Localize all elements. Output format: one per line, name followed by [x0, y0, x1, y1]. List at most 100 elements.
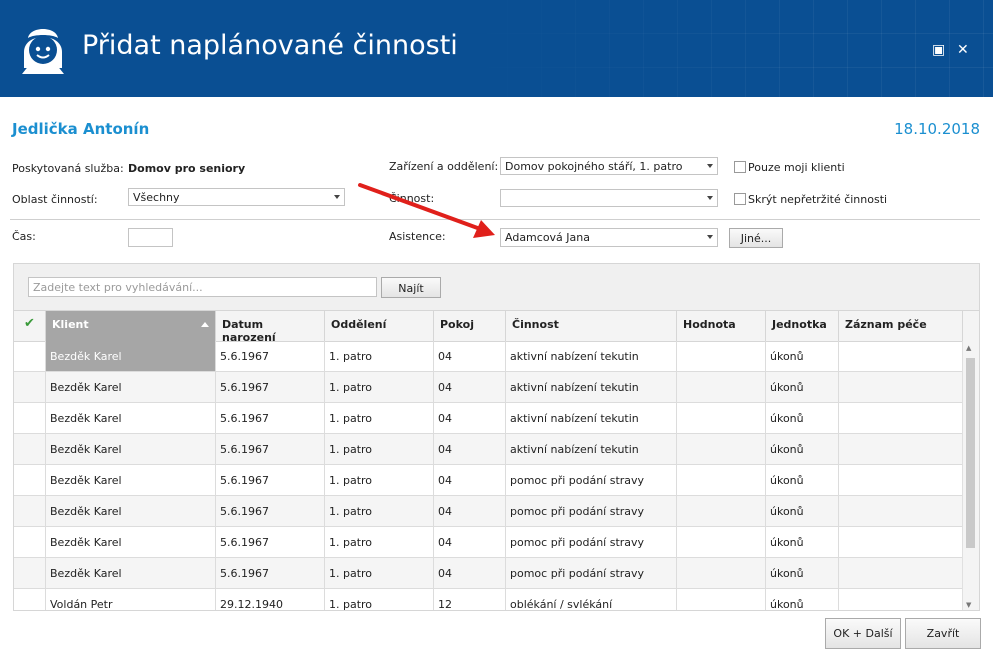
cell-unit[interactable]: úkonů [766, 527, 839, 557]
column-header-value[interactable]: Hodnota [677, 311, 766, 341]
area-select[interactable]: Všechny [128, 188, 345, 206]
row-checkbox[interactable] [14, 465, 46, 495]
other-assistance-button[interactable]: Jiné... [729, 228, 783, 248]
table-row[interactable]: Bezděk Karel 5.6.1967 1. patro 04 pomoc při … [14, 558, 963, 589]
time-input[interactable] [128, 228, 173, 247]
table-row[interactable]: Voldán Petr 29.12.1940 1. patro 12 oblékání … [14, 589, 963, 610]
cell-unit[interactable]: úkonů [766, 434, 839, 464]
cell-room[interactable]: 04 [434, 465, 506, 495]
column-header-room[interactable]: Pokoj [434, 311, 506, 341]
cell-room[interactable]: 04 [434, 558, 506, 588]
cell-room[interactable]: 04 [434, 403, 506, 433]
cell-birthdate[interactable]: 5.6.1967 [216, 341, 325, 371]
cell-activity[interactable]: pomoc při podání stravy [506, 558, 677, 588]
row-checkbox[interactable] [14, 341, 46, 371]
column-header-care-record[interactable]: Záznam péče [839, 311, 963, 341]
cell-birthdate[interactable]: 5.6.1967 [216, 527, 325, 557]
cell-client[interactable]: Bezděk Karel [46, 434, 216, 464]
cell-value[interactable] [677, 496, 766, 526]
cell-activity[interactable]: pomoc při podání stravy [506, 496, 677, 526]
cell-room[interactable]: 04 [434, 527, 506, 557]
row-checkbox[interactable] [14, 558, 46, 588]
close-button[interactable]: Zavřít [905, 618, 981, 649]
cell-room[interactable]: 12 [434, 589, 506, 610]
cell-unit[interactable]: úkonů [766, 372, 839, 402]
cell-client[interactable]: Bezděk Karel [46, 527, 216, 557]
cell-client[interactable]: Voldán Petr [46, 589, 216, 610]
column-header-department[interactable]: Oddělení [325, 311, 434, 341]
cell-value[interactable] [677, 465, 766, 495]
cell-birthdate[interactable]: 5.6.1967 [216, 558, 325, 588]
scroll-up-icon[interactable]: ▲ [966, 344, 971, 352]
search-button[interactable]: Najít [381, 277, 441, 298]
cell-value[interactable] [677, 341, 766, 371]
table-row[interactable]: Bezděk Karel 5.6.1967 1. patro 04 aktivní na… [14, 434, 963, 465]
cell-value[interactable] [677, 434, 766, 464]
column-header-unit[interactable]: Jednotka [766, 311, 839, 341]
cell-activity[interactable]: aktivní nabízení tekutin [506, 341, 677, 371]
cell-value[interactable] [677, 372, 766, 402]
table-row[interactable]: Bezděk Karel 5.6.1967 1. patro 04 aktivní na… [14, 341, 963, 372]
cell-department[interactable]: 1. patro [325, 496, 434, 526]
cell-unit[interactable]: úkonů [766, 589, 839, 610]
cell-department[interactable]: 1. patro [325, 372, 434, 402]
scrollbar-thumb[interactable] [966, 358, 975, 548]
row-checkbox[interactable] [14, 403, 46, 433]
cell-birthdate[interactable]: 5.6.1967 [216, 372, 325, 402]
hide-continuous-checkbox[interactable] [734, 193, 746, 205]
row-checkbox[interactable] [14, 496, 46, 526]
search-input[interactable]: Zadejte text pro vyhledávání... [28, 277, 377, 297]
row-checkbox[interactable] [14, 527, 46, 557]
cell-birthdate[interactable]: 5.6.1967 [216, 434, 325, 464]
cell-value[interactable] [677, 589, 766, 610]
cell-activity[interactable]: pomoc při podání stravy [506, 465, 677, 495]
cell-room[interactable]: 04 [434, 341, 506, 371]
cell-activity[interactable]: aktivní nabízení tekutin [506, 434, 677, 464]
cell-client[interactable]: Bezděk Karel [46, 341, 216, 371]
table-row[interactable]: Bezděk Karel 5.6.1967 1. patro 04 pomoc při … [14, 527, 963, 558]
facility-select[interactable]: Domov pokojného stáří, 1. patro [500, 157, 718, 175]
cell-care-record[interactable] [839, 589, 963, 610]
cell-client[interactable]: Bezděk Karel [46, 496, 216, 526]
cell-care-record[interactable] [839, 496, 963, 526]
cell-birthdate[interactable]: 29.12.1940 [216, 589, 325, 610]
ok-next-button[interactable]: OK + Další [825, 618, 901, 649]
cell-value[interactable] [677, 403, 766, 433]
cell-care-record[interactable] [839, 527, 963, 557]
column-header-activity[interactable]: Činnost [506, 311, 677, 341]
cell-department[interactable]: 1. patro [325, 465, 434, 495]
vertical-scrollbar[interactable]: ▲ ▼ [962, 341, 979, 610]
cell-department[interactable]: 1. patro [325, 434, 434, 464]
activity-select[interactable] [500, 189, 718, 207]
table-row[interactable]: Bezděk Karel 5.6.1967 1. patro 04 aktivní na… [14, 372, 963, 403]
cell-client[interactable]: Bezděk Karel [46, 465, 216, 495]
cell-department[interactable]: 1. patro [325, 341, 434, 371]
cell-client[interactable]: Bezděk Karel [46, 558, 216, 588]
row-checkbox[interactable] [14, 434, 46, 464]
cell-client[interactable]: Bezděk Karel [46, 372, 216, 402]
cell-birthdate[interactable]: 5.6.1967 [216, 496, 325, 526]
table-row[interactable]: Bezděk Karel 5.6.1967 1. patro 04 pomoc při … [14, 496, 963, 527]
cell-unit[interactable]: úkonů [766, 341, 839, 371]
cell-client[interactable]: Bezděk Karel [46, 403, 216, 433]
cell-department[interactable]: 1. patro [325, 589, 434, 610]
cell-activity[interactable]: aktivní nabízení tekutin [506, 403, 677, 433]
assistance-select[interactable]: Adamcová Jana [500, 228, 718, 247]
cell-care-record[interactable] [839, 465, 963, 495]
cell-department[interactable]: 1. patro [325, 527, 434, 557]
cell-unit[interactable]: úkonů [766, 558, 839, 588]
row-checkbox[interactable] [14, 372, 46, 402]
cell-unit[interactable]: úkonů [766, 496, 839, 526]
cell-unit[interactable]: úkonů [766, 465, 839, 495]
column-header-birthdate[interactable]: Datum narození [216, 311, 325, 344]
cell-care-record[interactable] [839, 558, 963, 588]
cell-care-record[interactable] [839, 372, 963, 402]
cell-value[interactable] [677, 558, 766, 588]
close-icon[interactable]: ✕ [957, 42, 969, 58]
cell-unit[interactable]: úkonů [766, 403, 839, 433]
cell-care-record[interactable] [839, 403, 963, 433]
column-header-client[interactable]: Klient [46, 311, 216, 341]
table-row[interactable]: Bezděk Karel 5.6.1967 1. patro 04 aktivní na… [14, 403, 963, 434]
table-row[interactable]: Bezděk Karel 5.6.1967 1. patro 04 pomoc při … [14, 465, 963, 496]
cell-birthdate[interactable]: 5.6.1967 [216, 403, 325, 433]
